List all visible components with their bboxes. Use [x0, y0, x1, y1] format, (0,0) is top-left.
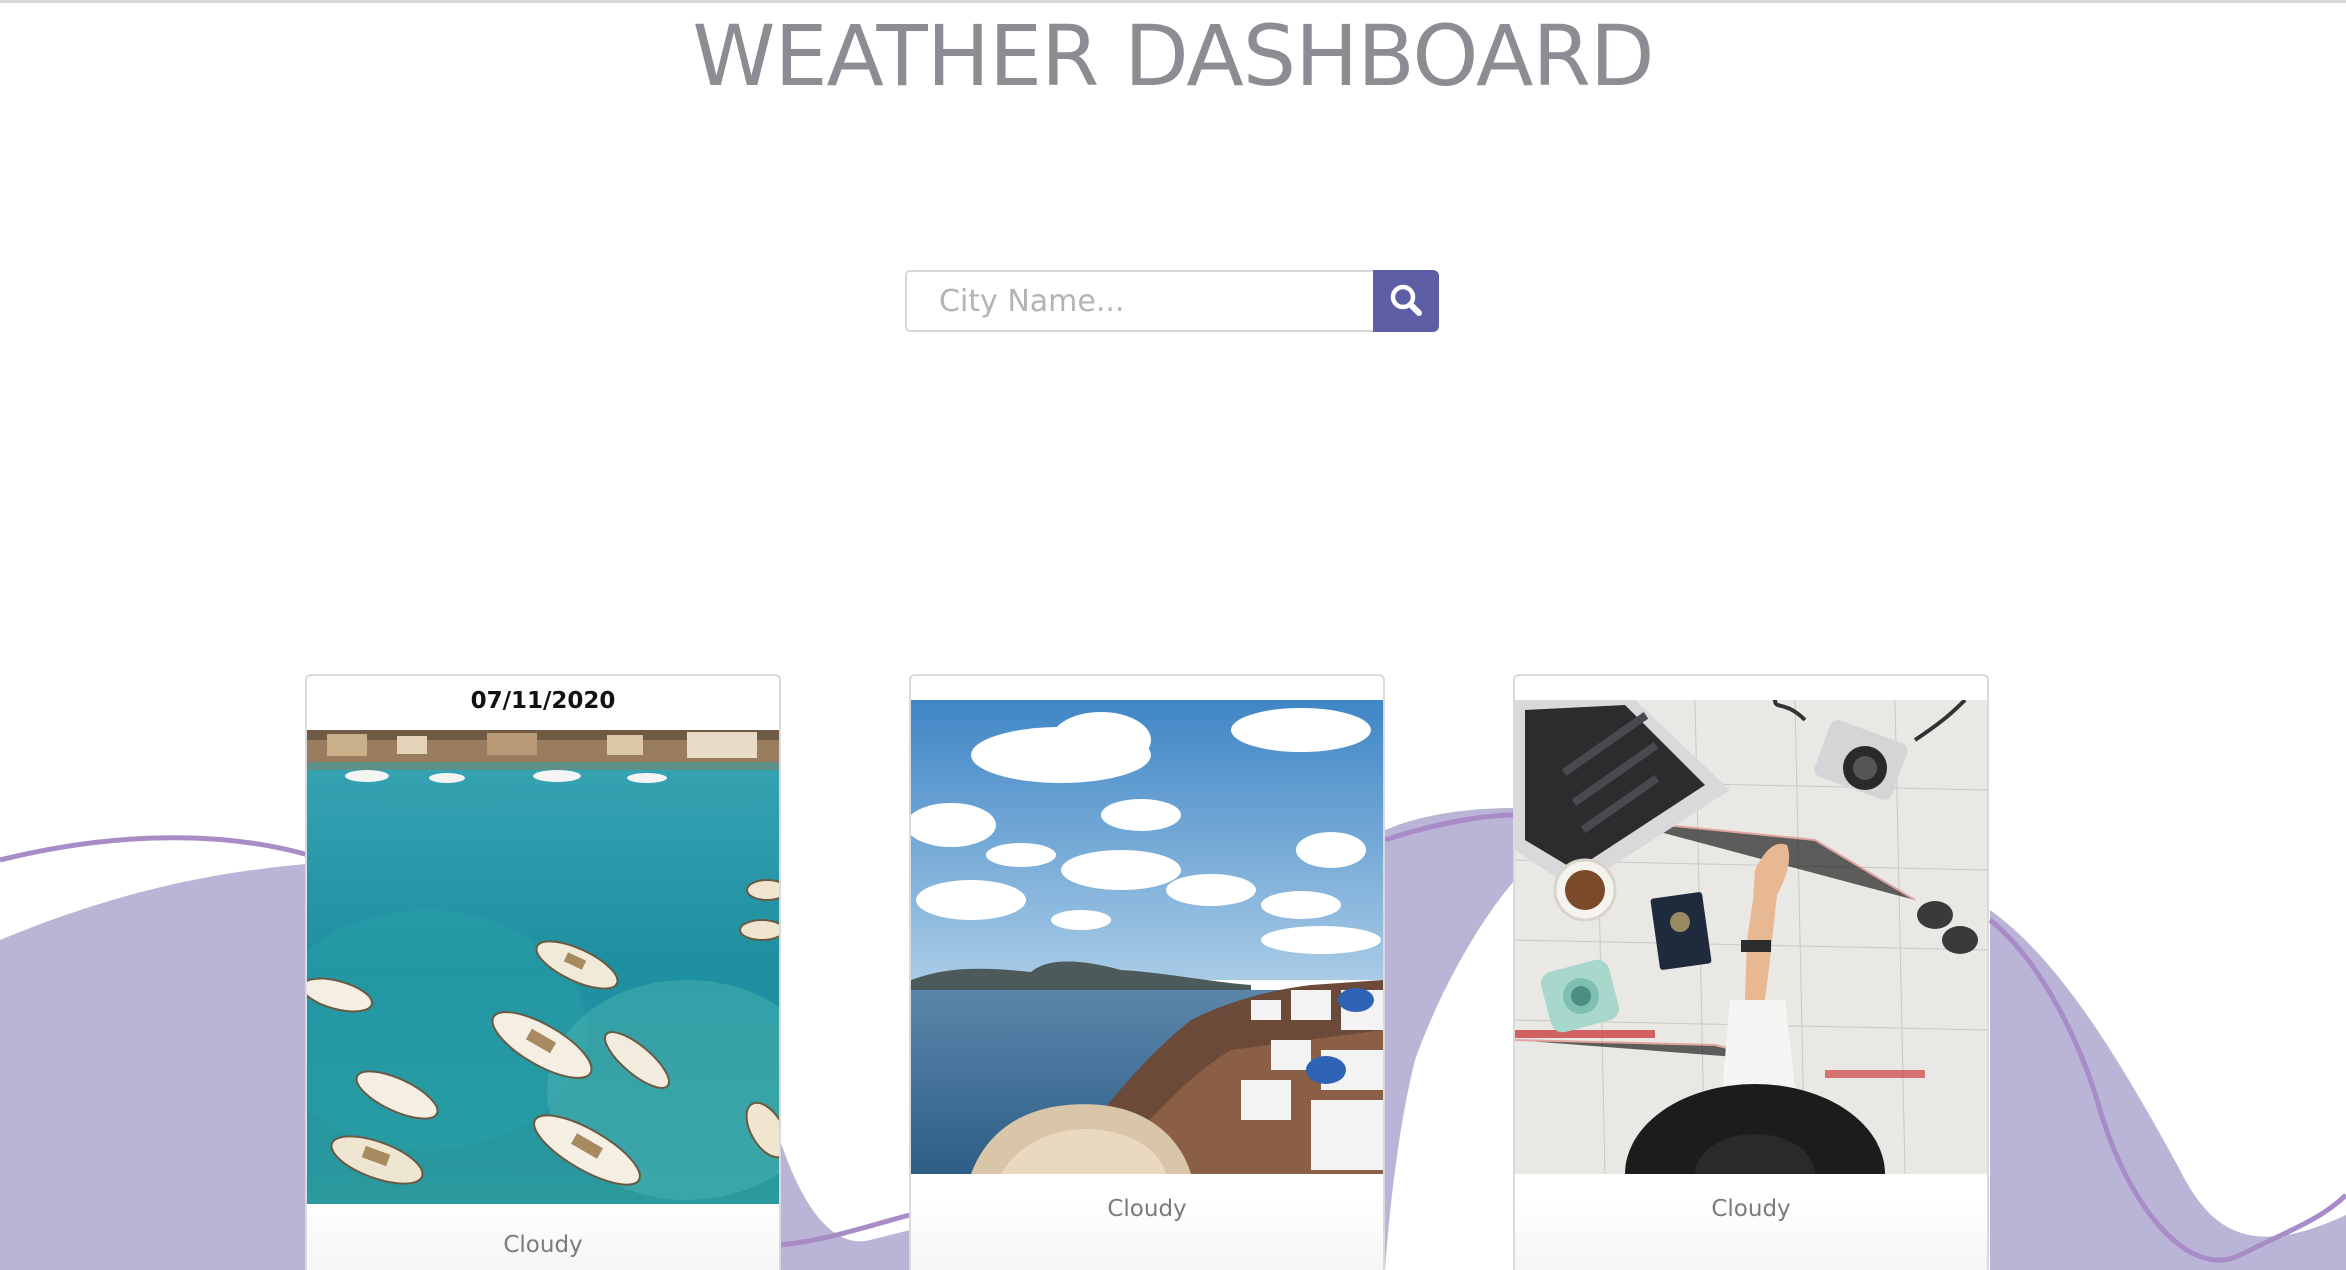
forecast-condition: Cloudy [1711, 1196, 1791, 1222]
page-title: WEATHER DASHBOARD [692, 7, 1654, 105]
search-button[interactable] [1373, 270, 1439, 332]
forecast-card[interactable]: Cloudy [1513, 674, 1989, 1270]
travel-map-flatlay-photo [1515, 700, 1987, 1174]
forecast-card[interactable]: Cloudy [909, 674, 1385, 1270]
weather-dashboard-page: WEATHER DASHBOARD 07/11/2020 [0, 0, 2346, 1270]
harbor-boats-photo [307, 730, 779, 1204]
city-search [905, 270, 1439, 332]
city-search-input[interactable] [905, 270, 1373, 332]
forecast-date: 07/11/2020 [470, 688, 616, 714]
forecast-condition: Cloudy [503, 1232, 583, 1258]
coastal-town-sky-photo [911, 700, 1383, 1174]
search-icon [1389, 283, 1423, 320]
forecast-card[interactable]: 07/11/2020 Cloudy [305, 674, 781, 1270]
forecast-condition: Cloudy [1107, 1196, 1187, 1222]
